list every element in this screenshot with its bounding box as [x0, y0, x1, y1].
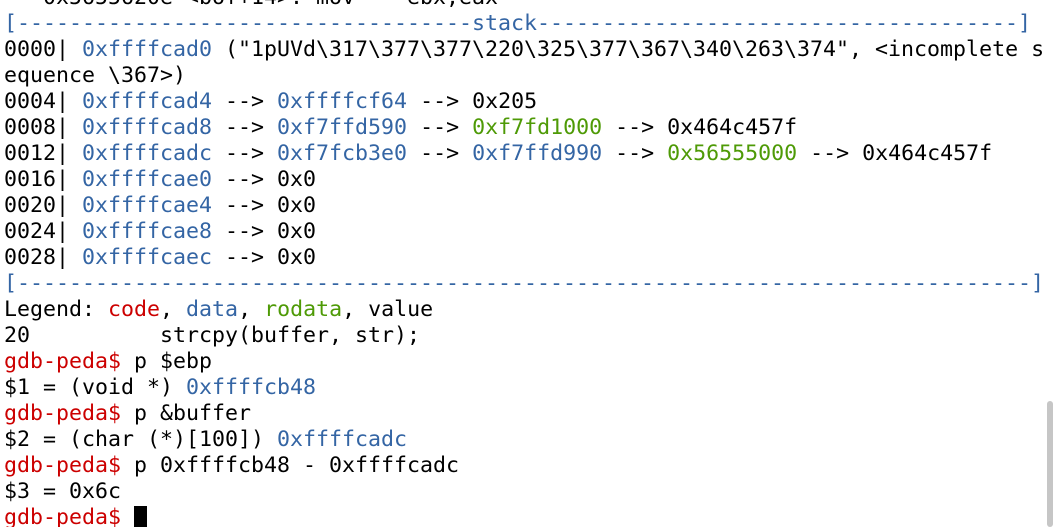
terminal-text: --> — [212, 115, 278, 140]
scrollbar-thumb[interactable] — [1047, 401, 1053, 527]
terminal-text: 0xffffcae8 — [82, 219, 213, 244]
terminal-text: 0xffffcf64 — [277, 89, 408, 114]
terminal-text: --> 0x0 — [212, 245, 317, 270]
terminal-line: 20 strcpy(buffer, str); — [4, 323, 1043, 349]
terminal-line: $2 = (char (*)[100]) 0xffffcadc — [4, 427, 1043, 453]
terminal-text: 20 strcpy(buffer, str); — [4, 323, 421, 348]
terminal-line: 0012| 0xffffcadc --> 0xf7fcb3e0 --> 0xf7… — [4, 141, 1043, 167]
terminal-text: 0004| — [4, 89, 83, 114]
terminal-text: 0024| — [4, 219, 83, 244]
terminal-text: --> 0x0 — [212, 219, 317, 244]
terminal-text: --> — [212, 141, 278, 166]
terminal-line: gdb-peda$ — [4, 505, 1043, 527]
terminal-text: p $ebp — [121, 349, 213, 374]
terminal-text: $3 = 0x6c — [4, 479, 122, 504]
terminal-text: 0020| — [4, 193, 83, 218]
terminal-text: 0x56555000 — [667, 141, 798, 166]
terminal-line: gdb-peda$ p &buffer — [4, 401, 1043, 427]
terminal-line: gdb-peda$ p $ebp — [4, 349, 1043, 375]
terminal-text: --> 0x0 — [212, 193, 317, 218]
terminal-text: , value — [342, 297, 434, 322]
terminal-line: 0028| 0xffffcaec --> 0x0 — [4, 245, 1043, 271]
terminal-text: 0xffffcad4 — [82, 89, 213, 114]
terminal-line: $1 = (void *) 0xffffcb48 — [4, 375, 1043, 401]
terminal-line: 0004| 0xffffcad4 --> 0xffffcf64 --> 0x20… — [4, 89, 1043, 115]
terminal-text: 0xffffcaec — [82, 245, 213, 270]
terminal-text: 0xf7fd1000 — [472, 115, 603, 140]
scrollbar[interactable] — [1043, 0, 1057, 527]
gdb-prompt: gdb-peda$ — [4, 453, 122, 478]
terminal-text: code — [108, 297, 161, 322]
terminal-window[interactable]: 0x5655620e <bof+14>: mov ebx,eax[-------… — [0, 0, 1057, 527]
terminal-text: 0008| — [4, 115, 83, 140]
terminal-text: 0xf7fcb3e0 — [277, 141, 408, 166]
terminal-text: 0xffffcad0 — [82, 37, 213, 62]
terminal-text: $2 = (char (*)[100]) — [4, 427, 278, 452]
terminal-text: --> — [212, 89, 278, 114]
terminal-text: ("1pUVd\317\377\377\220\325\377\367\340\… — [212, 37, 1043, 62]
terminal-text: $1 = (void *) — [4, 375, 187, 400]
terminal-text: --> 0x205 — [407, 89, 538, 114]
terminal-text: 0xffffcae4 — [82, 193, 213, 218]
terminal-text: --> 0x0 — [212, 167, 317, 192]
terminal-text: Legend: — [4, 297, 109, 322]
terminal-text: 0028| — [4, 245, 83, 270]
terminal-text: 0xf7ffd590 — [277, 115, 408, 140]
terminal-line: 0020| 0xffffcae4 --> 0x0 — [4, 193, 1043, 219]
terminal-text: 0012| — [4, 141, 83, 166]
terminal-text: , — [160, 297, 187, 322]
terminal-text: [-----------------------------------stac… — [4, 11, 1032, 36]
terminal-line: 0008| 0xffffcad8 --> 0xf7ffd590 --> 0xf7… — [4, 115, 1043, 141]
terminal-line: [---------------------------------------… — [4, 271, 1043, 297]
terminal-line: Legend: code, data, rodata, value — [4, 297, 1043, 323]
terminal-line: 0024| 0xffffcae8 --> 0x0 — [4, 219, 1043, 245]
terminal-text: 0x5655620e <bof+14>: mov ebx,eax — [4, 0, 498, 10]
gdb-prompt: gdb-peda$ — [4, 401, 122, 426]
terminal-text: --> — [407, 141, 473, 166]
terminal-text: p &buffer — [121, 401, 252, 426]
terminal-text: 0xffffcadc — [82, 141, 213, 166]
gdb-prompt: gdb-peda$ — [4, 505, 122, 527]
terminal-text: --> — [602, 141, 668, 166]
terminal-text: p 0xffffcb48 - 0xffffcadc — [121, 453, 460, 478]
text-cursor[interactable] — [134, 506, 148, 527]
terminal-line: 0016| 0xffffcae0 --> 0x0 — [4, 167, 1043, 193]
terminal-text: --> 0x464c457f — [797, 141, 993, 166]
terminal-line: 0x5655620e <bof+14>: mov ebx,eax — [4, 0, 1043, 11]
terminal-text: 0xffffcae0 — [82, 167, 213, 192]
terminal-line: $3 = 0x6c — [4, 479, 1043, 505]
gdb-prompt: gdb-peda$ — [4, 349, 122, 374]
terminal-text: --> 0x464c457f — [602, 115, 798, 140]
terminal-text: [---------------------------------------… — [4, 271, 1043, 296]
terminal-text: 0xffffcad8 — [82, 115, 213, 140]
terminal-line: 0000| 0xffffcad0 ("1pUVd\317\377\377\220… — [4, 37, 1043, 63]
terminal-text: 0016| — [4, 167, 83, 192]
terminal-text: --> — [407, 115, 473, 140]
terminal-text: , — [238, 297, 265, 322]
terminal-text: equence \367>) — [4, 63, 187, 88]
terminal-text: 0xffffcadc — [277, 427, 408, 452]
terminal-text: data — [186, 297, 239, 322]
terminal-output: 0x5655620e <bof+14>: mov ebx,eax[-------… — [4, 0, 1043, 527]
terminal-line: equence \367>) — [4, 63, 1043, 89]
terminal-text: 0000| — [4, 37, 83, 62]
terminal-line: [-----------------------------------stac… — [4, 11, 1043, 37]
terminal-line: gdb-peda$ p 0xffffcb48 - 0xffffcadc — [4, 453, 1043, 479]
terminal-text: 0xf7ffd990 — [472, 141, 603, 166]
terminal-text: rodata — [264, 297, 343, 322]
terminal-text: 0xffffcb48 — [186, 375, 317, 400]
